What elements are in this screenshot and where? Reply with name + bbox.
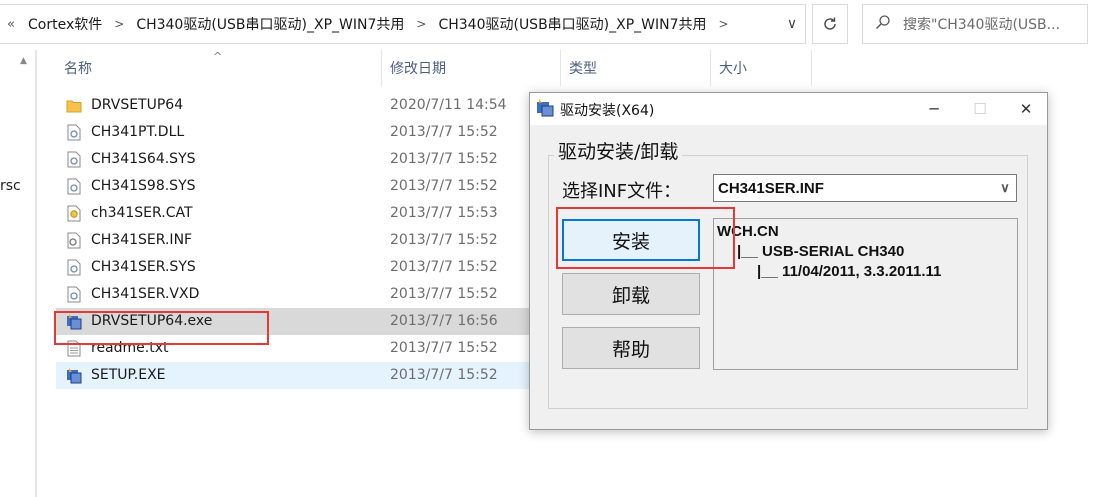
column-modified-label: 修改日期 bbox=[390, 61, 446, 77]
file-date: 2013/7/7 15:52 bbox=[390, 259, 498, 275]
installer-exe-icon bbox=[67, 368, 82, 384]
file-date: 2013/7/7 15:52 bbox=[390, 151, 498, 167]
sys-file-icon bbox=[67, 286, 81, 303]
driver-info-box: WCH.CN |__ USB-SERIAL CH340 |__ 11/04/20… bbox=[713, 218, 1018, 370]
file-row-hover[interactable]: SETUP.EXE 2013/7/7 15:52 bbox=[56, 362, 536, 389]
file-name: CH341SER.VXD bbox=[91, 286, 200, 302]
installer-app-icon bbox=[537, 99, 554, 117]
security-catalog-icon bbox=[67, 205, 81, 222]
file-date: 2013/7/7 15:52 bbox=[390, 367, 498, 383]
file-row[interactable]: CH341PT.DLL 2013/7/7 15:52 bbox=[56, 119, 536, 146]
file-name: CH341PT.DLL bbox=[91, 124, 185, 140]
scroll-up-arrow-icon[interactable]: ▲ bbox=[20, 56, 27, 66]
file-name: CH341S98.SYS bbox=[91, 178, 196, 194]
file-name: CH341SER.INF bbox=[91, 232, 193, 248]
file-name: SETUP.EXE bbox=[91, 367, 166, 383]
chevron-down-icon[interactable]: ∨ bbox=[994, 180, 1016, 196]
info-line-version: |__ 11/04/2011, 3.3.2011.11 bbox=[757, 263, 942, 280]
file-row[interactable]: CH341S64.SYS 2013/7/7 15:52 bbox=[56, 146, 536, 173]
file-date: 2013/7/7 15:52 bbox=[390, 340, 498, 356]
highlight-box-install bbox=[556, 207, 735, 269]
chevron-right-icon[interactable]: > bbox=[713, 17, 735, 31]
file-name: DRVSETUP64 bbox=[91, 97, 184, 113]
inf-file-select[interactable]: CH341SER.INF ∨ bbox=[713, 174, 1017, 202]
nav-item-fragment[interactable]: rsc bbox=[0, 178, 21, 194]
close-button[interactable]: ✕ bbox=[1003, 93, 1049, 125]
overflow-chevron-icon[interactable]: « bbox=[0, 17, 22, 32]
close-icon: ✕ bbox=[1019, 100, 1033, 118]
inf-file-icon bbox=[67, 232, 81, 249]
sys-file-icon bbox=[67, 151, 81, 168]
column-type-label: 类型 bbox=[569, 61, 597, 77]
chevron-right-icon[interactable]: > bbox=[410, 17, 432, 31]
sort-ascending-icon: ^ bbox=[213, 50, 223, 63]
column-size-label: 大小 bbox=[719, 61, 747, 77]
maximize-button[interactable]: ☐ bbox=[957, 93, 1003, 125]
column-header-size[interactable]: 大小 bbox=[711, 50, 812, 86]
file-name: CH341S64.SYS bbox=[91, 151, 196, 167]
uninstall-button[interactable]: 卸载 bbox=[562, 273, 700, 315]
file-row[interactable]: CH341SER.VXD 2013/7/7 15:52 bbox=[56, 281, 536, 308]
navigation-pane[interactable]: rsc bbox=[0, 50, 38, 497]
file-row[interactable]: CH341SER.SYS 2013/7/7 15:52 bbox=[56, 254, 536, 281]
help-button[interactable]: 帮助 bbox=[562, 327, 700, 369]
help-button-label: 帮助 bbox=[611, 338, 650, 361]
sys-file-icon bbox=[67, 178, 81, 195]
file-date: 2020/7/11 14:54 bbox=[390, 97, 507, 113]
address-bar[interactable]: « Cortex软件 > CH340驱动(USB串口驱动)_XP_WIN7共用 … bbox=[0, 4, 806, 44]
breadcrumb-ch340-parent[interactable]: CH340驱动(USB串口驱动)_XP_WIN7共用 bbox=[130, 14, 410, 34]
maximize-icon: ☐ bbox=[973, 100, 987, 118]
file-date: 2013/7/7 16:56 bbox=[390, 313, 498, 329]
file-date: 2013/7/7 15:52 bbox=[390, 124, 498, 140]
breadcrumb-cortex[interactable]: Cortex软件 bbox=[22, 14, 108, 34]
file-row[interactable]: CH341SER.INF 2013/7/7 15:52 bbox=[56, 227, 536, 254]
column-header-modified[interactable]: 修改日期 bbox=[382, 50, 561, 86]
inf-file-label: 选择INF文件： bbox=[562, 181, 682, 202]
column-name-label: 名称 bbox=[64, 61, 92, 77]
highlight-box-exe bbox=[54, 311, 269, 345]
search-box[interactable]: 搜索"CH340驱动(USB... bbox=[862, 4, 1088, 44]
breadcrumb-ch340-current[interactable]: CH340驱动(USB串口驱动)_XP_WIN7共用 bbox=[432, 14, 712, 34]
refresh-icon bbox=[824, 17, 836, 30]
folder-icon bbox=[66, 100, 82, 113]
file-name: ch341SER.CAT bbox=[91, 205, 193, 221]
file-date: 2013/7/7 15:52 bbox=[390, 232, 498, 248]
search-input[interactable]: 搜索"CH340驱动(USB... bbox=[903, 14, 1060, 34]
inf-file-value: CH341SER.INF bbox=[718, 179, 824, 197]
nav-scrollbar[interactable] bbox=[35, 50, 37, 497]
dll-file-icon bbox=[67, 124, 81, 141]
minimize-button[interactable]: ─ bbox=[911, 93, 957, 125]
minimize-icon: ─ bbox=[929, 100, 939, 118]
chevron-right-icon[interactable]: > bbox=[108, 17, 130, 31]
file-date: 2013/7/7 15:52 bbox=[390, 178, 498, 194]
info-line-device: |__ USB-SERIAL CH340 bbox=[737, 243, 905, 260]
dialog-titlebar[interactable]: 驱动安装(X64) ─ ☐ ✕ bbox=[530, 93, 1047, 125]
file-row[interactable]: DRVSETUP64 2020/7/11 14:54 bbox=[56, 92, 536, 119]
uninstall-button-label: 卸载 bbox=[611, 284, 650, 307]
column-header-type[interactable]: 类型 bbox=[561, 50, 711, 86]
file-date: 2013/7/7 15:53 bbox=[390, 205, 498, 221]
search-icon bbox=[863, 14, 903, 34]
file-date: 2013/7/7 15:52 bbox=[390, 286, 498, 302]
file-row[interactable]: ch341SER.CAT 2013/7/7 15:53 bbox=[56, 200, 536, 227]
groupbox-label: 驱动安装/卸载 bbox=[554, 137, 683, 164]
file-row[interactable]: CH341S98.SYS 2013/7/7 15:52 bbox=[56, 173, 536, 200]
dialog-title: 驱动安装(X64) bbox=[560, 103, 655, 119]
file-name: CH341SER.SYS bbox=[91, 259, 196, 275]
refresh-button[interactable] bbox=[812, 4, 848, 44]
chevron-down-icon[interactable]: ∨ bbox=[779, 16, 805, 32]
sys-file-icon bbox=[67, 259, 81, 276]
